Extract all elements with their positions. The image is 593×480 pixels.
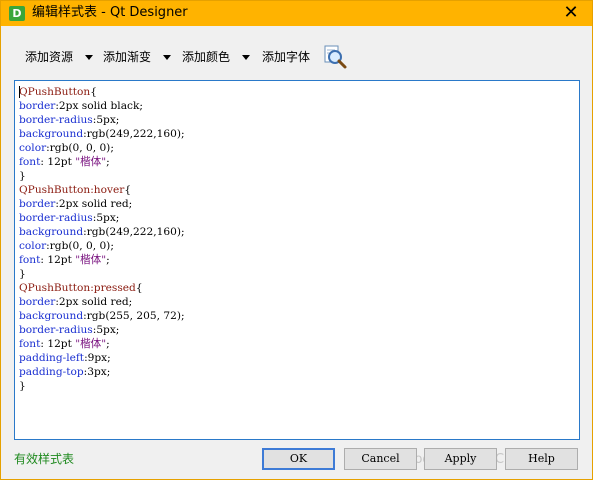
code-token: rgb(0, 0, 0);: [49, 142, 114, 154]
code-token: 3px;: [87, 366, 111, 378]
valid-style-sheet-status: 有效样式表: [14, 452, 75, 466]
code-token: 2px solid red;: [58, 198, 133, 210]
code-token: "楷体": [75, 156, 107, 168]
code-line[interactable]: padding-top:3px;: [19, 365, 185, 379]
code-line[interactable]: background:rgb(249,222,160);: [19, 127, 185, 141]
code-token: 2px solid red;: [58, 296, 133, 308]
code-token: rgb(0, 0, 0);: [49, 240, 114, 252]
cancel-button[interactable]: Cancel: [344, 448, 417, 470]
code-line[interactable]: color:rgb(0, 0, 0);: [19, 141, 185, 155]
code-line[interactable]: background:rgb(255, 205, 72);: [19, 309, 185, 323]
code-token: QPushButton:hover: [19, 184, 125, 196]
code-line[interactable]: QPushButton{: [19, 85, 185, 99]
code-token: padding-top: [19, 366, 84, 378]
code-line[interactable]: border:2px solid red;: [19, 197, 185, 211]
add-color-button[interactable]: 添加颜色: [182, 45, 230, 69]
code-token: 5px;: [96, 212, 120, 224]
code-line[interactable]: QPushButton:hover{: [19, 183, 185, 197]
code-token: rgb(255, 205, 72);: [86, 310, 185, 322]
code-token: font: [19, 254, 41, 266]
code-token: 5px;: [96, 114, 120, 126]
code-token: border: [19, 198, 56, 210]
style-sheet-editor[interactable]: QPushButton{border:2px solid black; borde…: [14, 80, 580, 440]
code-token: }: [19, 170, 26, 182]
code-token: ;: [106, 254, 110, 266]
add-gradient-button[interactable]: 添加渐变: [103, 45, 151, 69]
code-line[interactable]: QPushButton:pressed{: [19, 281, 185, 295]
title-bar[interactable]: D 编辑样式表 - Qt Designer ✕: [1, 1, 592, 26]
code-token: QPushButton:pressed: [19, 282, 136, 294]
code-token: border-radius: [19, 212, 93, 224]
add-font-button[interactable]: 添加字体: [262, 45, 310, 69]
code-token: "楷体": [75, 254, 107, 266]
apply-button[interactable]: Apply: [424, 448, 497, 470]
code-token: "楷体": [75, 338, 107, 350]
close-icon[interactable]: ✕: [554, 1, 588, 26]
code-line[interactable]: }: [19, 169, 185, 183]
ok-button[interactable]: OK: [262, 448, 335, 470]
code-line[interactable]: border-radius:5px;: [19, 113, 185, 127]
code-token: background: [19, 226, 84, 238]
code-token: padding-left: [19, 352, 85, 364]
code-token: border: [19, 100, 56, 112]
code-token: 2px solid black;: [58, 100, 143, 112]
code-token: border-radius: [19, 114, 93, 126]
code-token: {: [124, 184, 132, 196]
code-token: 5px;: [96, 324, 120, 336]
code-token: background: [19, 310, 84, 322]
code-token: border-radius: [19, 324, 93, 336]
add-resource-button[interactable]: 添加资源: [25, 45, 73, 69]
code-token: ;: [106, 338, 110, 350]
code-token: {: [90, 86, 97, 98]
code-line[interactable]: }: [19, 267, 185, 281]
code-token: 12pt: [47, 156, 76, 168]
code-line[interactable]: font: 12pt "楷体";: [19, 253, 185, 267]
code-token: 12pt: [47, 338, 76, 350]
code-token: rgb(249,222,160);: [86, 128, 185, 140]
code-line[interactable]: color:rgb(0, 0, 0);: [19, 239, 185, 253]
help-button[interactable]: Help: [505, 448, 578, 470]
code-token: 9px;: [87, 352, 111, 364]
window-title: 编辑样式表 - Qt Designer: [32, 5, 188, 20]
code-line[interactable]: }: [19, 379, 185, 393]
code-line[interactable]: border:2px solid black;: [19, 99, 185, 113]
code-token: background: [19, 128, 84, 140]
code-line[interactable]: border:2px solid red;: [19, 295, 185, 309]
code-token: ;: [106, 156, 110, 168]
style-sheet-code[interactable]: QPushButton{border:2px solid black; borde…: [19, 85, 185, 393]
code-line[interactable]: background:rgb(249,222,160);: [19, 225, 185, 239]
code-token: }: [19, 268, 26, 280]
code-line[interactable]: font: 12pt "楷体";: [19, 337, 185, 351]
style-sheet-dialog: D 编辑样式表 - Qt Designer ✕ 添加资源 添加渐变 添加颜色 添…: [0, 0, 593, 480]
code-line[interactable]: border-radius:5px;: [19, 211, 185, 225]
code-line[interactable]: border-radius:5px;: [19, 323, 185, 337]
code-token: rgb(249,222,160);: [86, 226, 185, 238]
magnifier-preview-icon[interactable]: [322, 44, 348, 70]
code-token: color: [19, 142, 47, 154]
code-line[interactable]: padding-left:9px;: [19, 351, 185, 365]
add-gradient-dropdown-arrow-icon[interactable]: [163, 55, 171, 60]
code-token: color: [19, 240, 47, 252]
add-resource-dropdown-arrow-icon[interactable]: [85, 55, 93, 60]
code-token: border: [19, 296, 56, 308]
code-token: {: [135, 282, 143, 294]
code-token: QPushButton: [19, 86, 91, 98]
text-caret: [19, 86, 20, 98]
code-token: }: [19, 380, 26, 392]
code-token: font: [19, 338, 41, 350]
qt-designer-app-icon: D: [9, 6, 25, 21]
code-token: 12pt: [47, 254, 76, 266]
code-line[interactable]: font: 12pt "楷体";: [19, 155, 185, 169]
code-token: font: [19, 156, 41, 168]
add-color-dropdown-arrow-icon[interactable]: [242, 55, 250, 60]
